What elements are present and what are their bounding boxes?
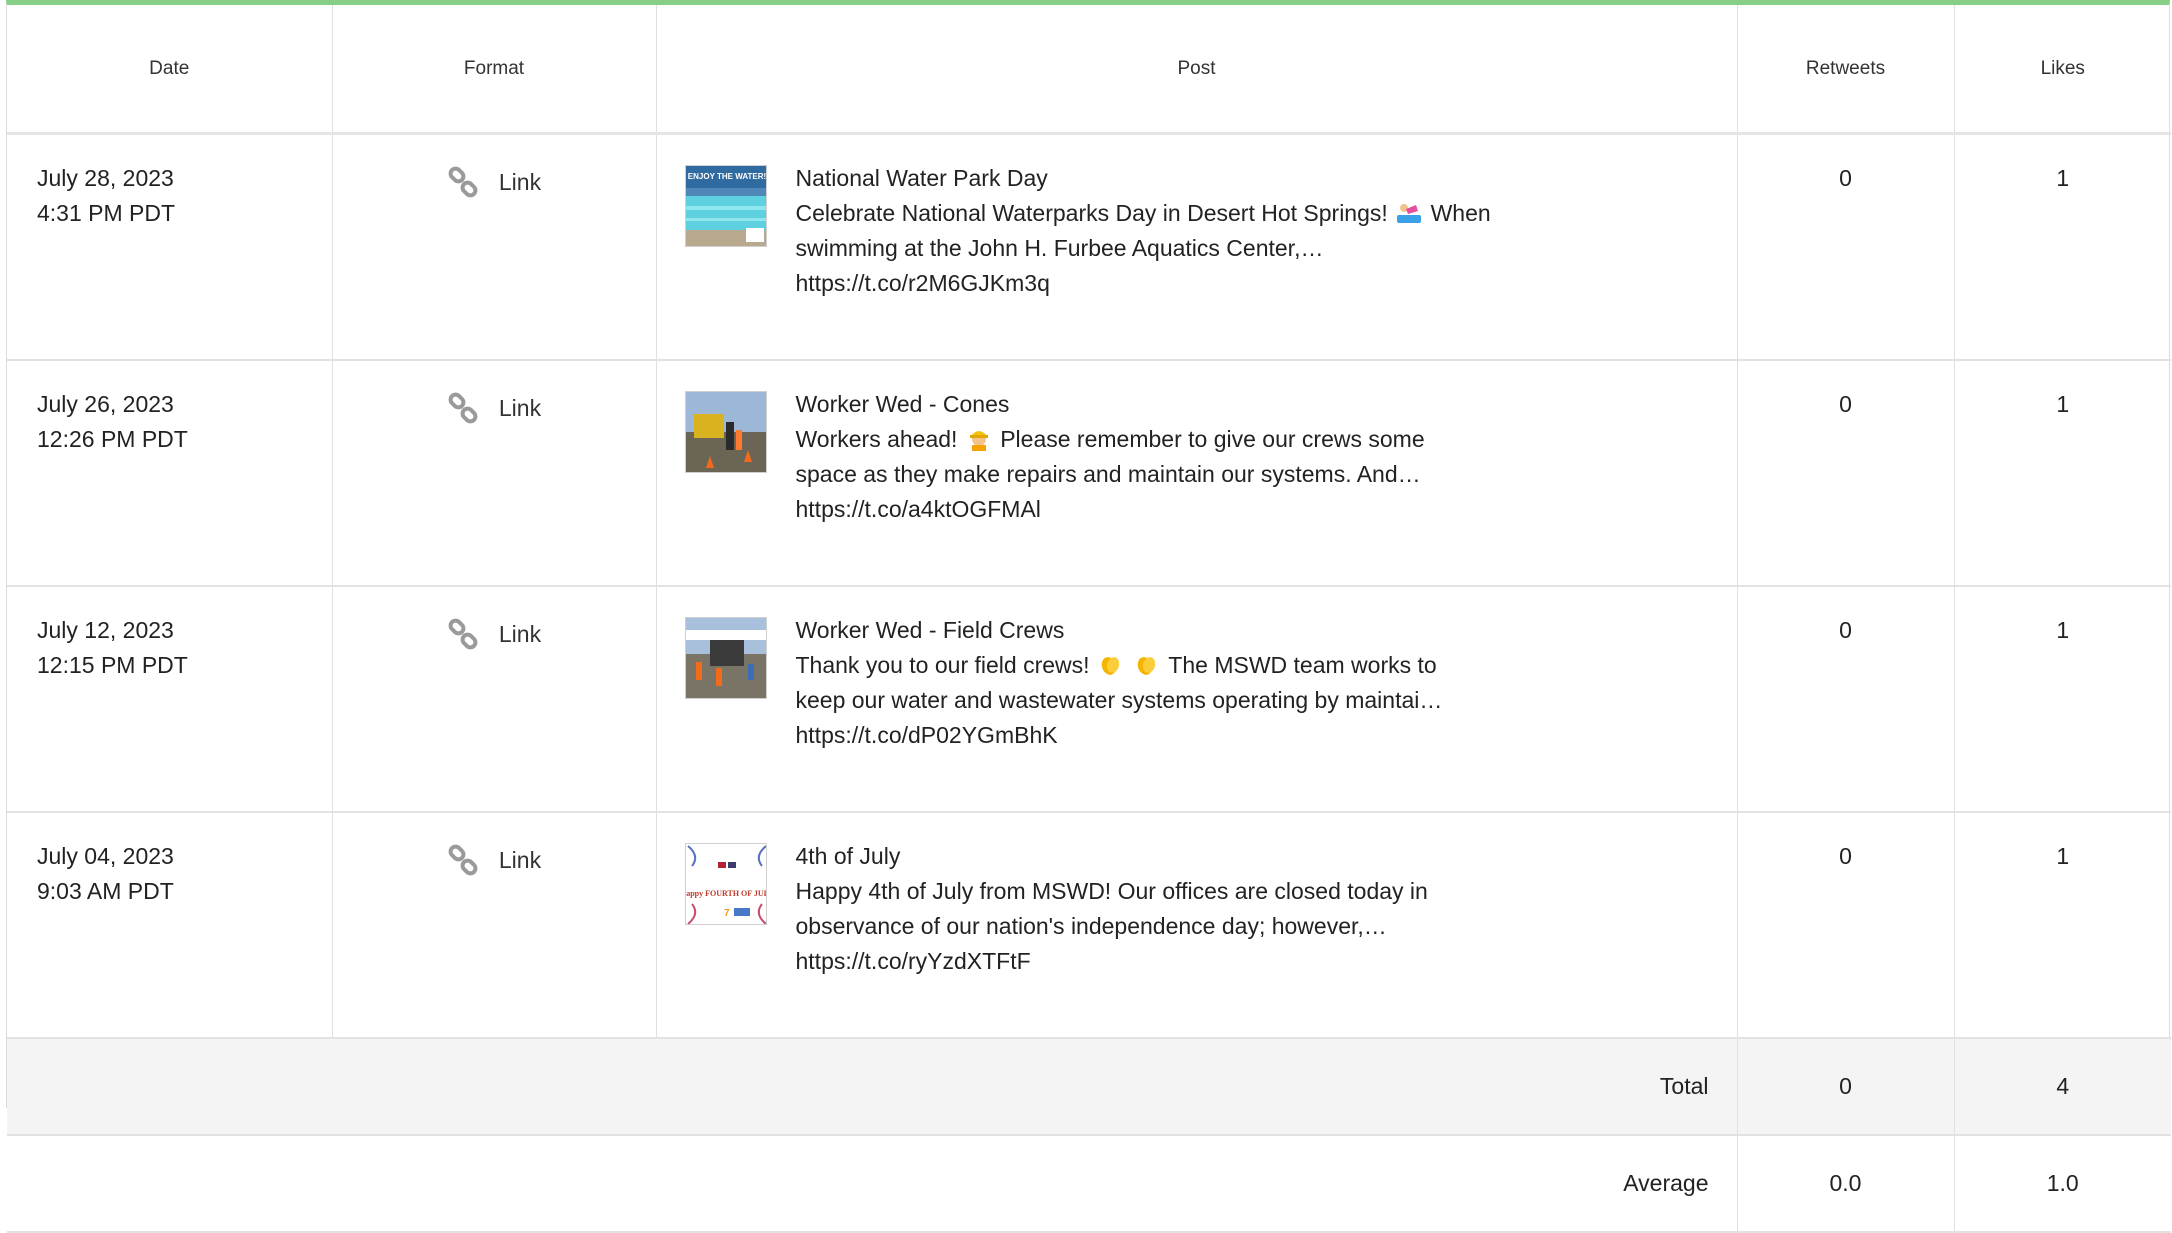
retweets-cell: 0 [1737, 586, 1955, 813]
post-url[interactable]: https://t.co/ryYzdXTFtF [796, 944, 1516, 979]
post-body-line: Thank you to our field crews! The MSWD t… [795, 652, 1437, 678]
post-cell: ENJOY THE WATER! National Water Park Day… [656, 133, 1738, 361]
table-row: July 12, 2023 12:15 PM PDT Link Worker W… [7, 586, 2171, 813]
post-time: 9:03 AM PDT [37, 878, 174, 904]
post-cell: Worker Wed - Field Crews Thank you to ou… [656, 586, 1738, 813]
table-header-row: Date Format Post Retweets Likes [7, 5, 2171, 135]
post-thumbnail[interactable] [684, 617, 767, 699]
column-header-post[interactable]: Post [656, 5, 1738, 135]
posts-table: Date Format Post Retweets Likes July 28,… [7, 5, 2171, 1233]
format-label: Link [498, 847, 542, 873]
format-cell: Link [332, 360, 657, 587]
post-title: Worker Wed - Field Crews [795, 617, 1065, 643]
post-body-line: space as they make repairs and maintain … [795, 461, 1421, 487]
post-thumbnail[interactable]: Happy FOURTH OF JULY 7 [684, 843, 767, 925]
clapping-hands-emoji-icon [1138, 657, 1156, 675]
post-url[interactable]: https://t.co/a4ktOGFMAl [796, 492, 1516, 527]
link-icon [448, 166, 478, 197]
average-likes: 1.0 [1954, 1135, 2171, 1233]
date-cell: July 28, 2023 4:31 PM PDT [7, 133, 333, 361]
thumbnail-caption: ENJOY THE WATER! [687, 172, 765, 181]
likes-cell: 1 [1954, 812, 2171, 1039]
post-date: July 28, 2023 [37, 165, 174, 191]
table-row: July 28, 2023 4:31 PM PDT Link ENJOY THE… [7, 133, 2171, 361]
svg-text:7: 7 [724, 908, 730, 919]
table-row: July 26, 2023 12:26 PM PDT Link Worker W… [7, 360, 2171, 587]
post-body-line: swimming at the John H. Furbee Aquatics … [795, 235, 1324, 261]
link-icon [448, 392, 478, 423]
link-icon [448, 844, 478, 875]
post-thumbnail[interactable] [684, 391, 767, 473]
post-url[interactable]: https://t.co/r2M6GJKm3q [796, 266, 1516, 301]
post-time: 12:26 PM PDT [37, 426, 188, 452]
column-header-format[interactable]: Format [332, 5, 657, 135]
post-date: July 26, 2023 [37, 391, 174, 417]
post-url[interactable]: https://t.co/dP02YGmBhK [796, 718, 1516, 753]
retweets-cell: 0 [1737, 812, 1955, 1039]
post-cell: Happy FOURTH OF JULY 7 4th of July Happy… [656, 812, 1738, 1039]
column-header-likes[interactable]: Likes [1954, 5, 2171, 135]
total-label: Total [7, 1038, 1738, 1136]
total-likes: 4 [1954, 1038, 2171, 1136]
post-time: 12:15 PM PDT [37, 652, 188, 678]
post-title: 4th of July [795, 843, 901, 869]
format-label: Link [498, 169, 542, 195]
average-retweets: 0.0 [1737, 1135, 1955, 1233]
format-label: Link [498, 621, 542, 647]
likes-cell: 1 [1954, 133, 2171, 361]
post-body-line: keep our water and wastewater systems op… [795, 687, 1443, 713]
post-time: 4:31 PM PDT [37, 200, 176, 226]
format-cell: Link [332, 812, 657, 1039]
swimmer-emoji-icon [1397, 204, 1422, 223]
format-cell: Link [332, 133, 657, 361]
post-body-line: Happy 4th of July from MSWD! Our offices… [795, 878, 1428, 904]
likes-cell: 1 [1954, 586, 2171, 813]
likes-cell: 1 [1954, 360, 2171, 587]
date-cell: July 12, 2023 12:15 PM PDT [7, 586, 333, 813]
column-header-retweets[interactable]: Retweets [1737, 5, 1955, 135]
post-date: July 12, 2023 [37, 617, 174, 643]
format-cell: Link [332, 586, 657, 813]
retweets-cell: 0 [1737, 360, 1955, 587]
link-icon [448, 618, 478, 649]
total-row: Total 0 4 [7, 1038, 2171, 1136]
post-body-line: Workers ahead! Please remember to give o… [795, 426, 1425, 452]
construction-worker-emoji-icon [969, 431, 988, 451]
column-header-date[interactable]: Date [7, 5, 333, 135]
clapping-hands-emoji-icon [1101, 657, 1120, 675]
post-cell: Worker Wed - Cones Workers ahead! Please… [656, 360, 1738, 587]
post-body-line: Celebrate National Waterparks Day in Des… [795, 200, 1491, 226]
format-label: Link [498, 395, 542, 421]
date-cell: July 04, 2023 9:03 AM PDT [7, 812, 333, 1039]
average-label: Average [7, 1135, 1738, 1233]
retweets-cell: 0 [1737, 133, 1955, 361]
post-date: July 04, 2023 [37, 843, 174, 869]
post-thumbnail[interactable]: ENJOY THE WATER! [684, 165, 767, 247]
thumbnail-caption: Happy FOURTH OF JULY [686, 889, 767, 898]
date-cell: July 26, 2023 12:26 PM PDT [7, 360, 333, 587]
post-title: National Water Park Day [795, 165, 1048, 191]
table-row: July 04, 2023 9:03 AM PDT Link appy FOUR… [7, 812, 2171, 1039]
post-body-line: observance of our nation's independence … [795, 913, 1387, 939]
total-retweets: 0 [1737, 1038, 1955, 1136]
post-title: Worker Wed - Cones [795, 391, 1010, 417]
posts-table-container: Date Format Post Retweets Likes July 28,… [6, 0, 2171, 1233]
average-row: Average 0.0 1.0 [7, 1135, 2171, 1233]
